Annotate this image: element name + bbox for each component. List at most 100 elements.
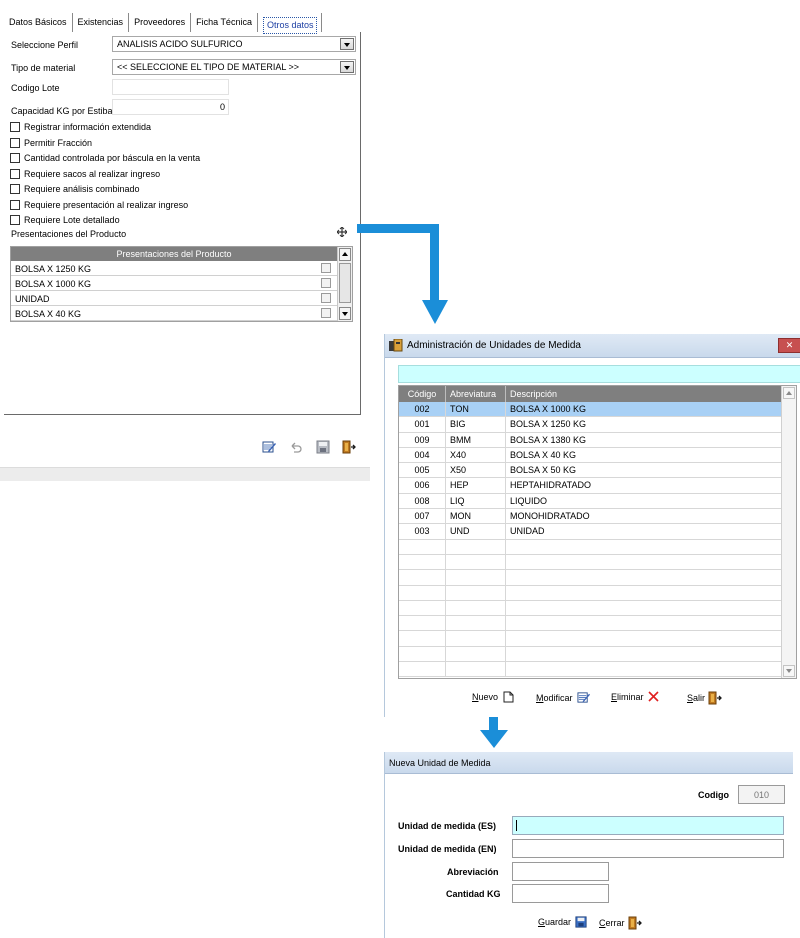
checkbox-analisis-combinado[interactable]: Requiere análisis combinado bbox=[10, 182, 140, 195]
column-header-descripcion[interactable]: Descripción bbox=[506, 386, 783, 402]
unidad-es-label: Unidad de medida (ES) bbox=[398, 821, 497, 831]
checkbox-requiere-presentacion[interactable]: Requiere presentación al realizar ingres… bbox=[10, 198, 188, 211]
cell-codigo: 009 bbox=[399, 432, 446, 447]
table-row[interactable]: 007 MON MONOHIDRATADO bbox=[399, 509, 796, 525]
tab-strip: Datos Básicos Existencias Proveedores Fi… bbox=[4, 12, 323, 34]
cerrar-button[interactable]: Cerrar bbox=[599, 916, 642, 930]
close-icon[interactable]: ✕ bbox=[778, 338, 800, 353]
scrollbar[interactable] bbox=[781, 386, 796, 678]
move-icon[interactable] bbox=[337, 227, 347, 237]
tab-proveedores[interactable]: Proveedores bbox=[128, 13, 190, 32]
scroll-up-icon[interactable] bbox=[339, 248, 351, 261]
cell-descripcion: BOLSA X 40 KG bbox=[506, 447, 783, 463]
scrollbar[interactable] bbox=[337, 247, 352, 321]
checkbox-box[interactable] bbox=[10, 168, 20, 179]
empty-row bbox=[399, 554, 796, 571]
checkbox-cantidad-bascula[interactable]: Cantidad controlada por báscula en la ve… bbox=[10, 151, 200, 164]
units-window-titlebar[interactable]: Administración de Unidades de Medida bbox=[385, 334, 800, 358]
save-icon[interactable] bbox=[316, 440, 330, 454]
empty-row bbox=[399, 600, 796, 617]
row-checkbox[interactable] bbox=[321, 308, 331, 318]
column-header-codigo[interactable]: Código bbox=[399, 386, 446, 402]
abreviacion-input[interactable] bbox=[512, 862, 609, 881]
table-row[interactable]: BOLSA X 1000 KG bbox=[11, 276, 337, 291]
checkbox-label: Permitir Fracción bbox=[24, 137, 93, 148]
row-label: BOLSA X 1250 KG bbox=[15, 264, 92, 274]
salir-button[interactable]: Salir bbox=[687, 691, 722, 705]
cell-abreviatura: X50 bbox=[446, 463, 506, 478]
scroll-down-icon[interactable] bbox=[783, 665, 795, 677]
nuevo-button[interactable]: Nuevo bbox=[472, 691, 514, 703]
cell-descripcion: BOLSA X 1000 KG bbox=[506, 402, 783, 417]
checkbox-permitir-fraccion[interactable]: Permitir Fracción bbox=[10, 136, 92, 149]
table-row[interactable]: 001 BIG BOLSA X 1250 KG bbox=[399, 417, 796, 433]
cell-codigo: 001 bbox=[399, 417, 446, 432]
modificar-button[interactable]: Modificar bbox=[536, 691, 590, 704]
scroll-thumb[interactable] bbox=[339, 263, 351, 303]
checkbox-box[interactable] bbox=[10, 121, 20, 132]
checkbox-lote-detallado[interactable]: Requiere Lote detallado bbox=[10, 213, 120, 226]
tab-existencias[interactable]: Existencias bbox=[71, 13, 129, 32]
cantidad-kg-input[interactable] bbox=[512, 884, 609, 903]
checkbox-label: Requiere análisis combinado bbox=[24, 183, 140, 194]
column-header-abreviatura[interactable]: Abreviatura bbox=[446, 386, 506, 402]
row-checkbox[interactable] bbox=[321, 293, 331, 303]
edit-icon[interactable] bbox=[262, 440, 276, 454]
table-row[interactable]: UNIDAD bbox=[11, 291, 337, 306]
perfil-select[interactable]: ANALISIS ACIDO SULFURICO bbox=[112, 36, 356, 52]
tab-ficha-tecnica[interactable]: Ficha Técnica bbox=[190, 13, 257, 32]
unidad-en-label: Unidad de medida (EN) bbox=[398, 844, 497, 854]
table-row[interactable]: BOLSA X 1250 KG bbox=[11, 261, 337, 276]
table-row[interactable]: 009 BMM BOLSA X 1380 KG bbox=[399, 432, 796, 448]
row-checkbox[interactable] bbox=[321, 263, 331, 273]
exit-door-icon[interactable] bbox=[342, 440, 356, 454]
checkbox-label: Registrar información extendida bbox=[24, 121, 152, 132]
presentaciones-grid: Presentaciones del Producto BOLSA X 1250… bbox=[10, 246, 353, 322]
eliminar-button[interactable]: Eliminar bbox=[611, 691, 659, 702]
cerrar-label: Cerrar bbox=[599, 918, 625, 928]
codigo-lote-input[interactable] bbox=[112, 79, 229, 95]
eliminar-label: Eliminar bbox=[611, 691, 644, 702]
table-row[interactable]: 005 X50 BOLSA X 50 KG bbox=[399, 463, 796, 479]
unidad-es-input[interactable] bbox=[512, 816, 784, 835]
nuevo-label: Nuevo bbox=[472, 692, 499, 702]
new-unit-title: Nueva Unidad de Medida bbox=[389, 758, 491, 768]
filter-bar[interactable] bbox=[398, 365, 800, 383]
new-unit-titlebar[interactable]: Nueva Unidad de Medida bbox=[385, 752, 793, 774]
table-row[interactable]: 002 TON BOLSA X 1000 KG bbox=[399, 402, 796, 418]
cell-descripcion: HEPTAHIDRATADO bbox=[506, 478, 783, 493]
tipo-material-select[interactable]: << SELECCIONE EL TIPO DE MATERIAL >> bbox=[112, 59, 356, 75]
checkbox-box[interactable] bbox=[10, 214, 20, 225]
table-row[interactable]: 006 HEP HEPTAHIDRATADO bbox=[399, 478, 796, 494]
units-grid: Código Abreviatura Descripción 002 TON BOL… bbox=[398, 385, 797, 679]
table-row[interactable]: 004 X40 BOLSA X 40 KG bbox=[399, 447, 796, 464]
checkbox-registrar-info[interactable]: Registrar información extendida bbox=[10, 120, 151, 133]
cantidad-kg-label: Cantidad KG bbox=[446, 889, 501, 899]
chevron-down-icon[interactable] bbox=[340, 61, 354, 73]
tipo-material-value: << SELECCIONE EL TIPO DE MATERIAL >> bbox=[117, 62, 300, 72]
row-checkbox[interactable] bbox=[321, 278, 331, 288]
scroll-up-icon[interactable] bbox=[783, 387, 795, 399]
checkbox-box[interactable] bbox=[10, 199, 20, 210]
table-row[interactable]: 008 LIQ LIQUIDO bbox=[399, 493, 796, 510]
app-icon bbox=[389, 339, 403, 352]
checkbox-box[interactable] bbox=[10, 137, 20, 148]
chevron-down-icon[interactable] bbox=[340, 38, 354, 50]
undo-icon[interactable] bbox=[289, 440, 303, 454]
perfil-value: ANALISIS ACIDO SULFURICO bbox=[117, 39, 243, 49]
cell-descripcion: BOLSA X 50 KG bbox=[506, 463, 783, 478]
cell-codigo: 005 bbox=[399, 463, 446, 478]
checkbox-label: Cantidad controlada por báscula en la ve… bbox=[24, 152, 201, 163]
checkbox-requiere-sacos[interactable]: Requiere sacos al realizar ingreso bbox=[10, 167, 160, 180]
table-row[interactable]: BOLSA X 40 KG bbox=[11, 306, 337, 321]
empty-row bbox=[399, 662, 796, 678]
checkbox-box[interactable] bbox=[10, 152, 20, 163]
unidad-en-input[interactable] bbox=[512, 839, 784, 858]
cell-abreviatura: BIG bbox=[446, 417, 506, 432]
table-row[interactable]: 003 UND UNIDAD bbox=[399, 524, 796, 540]
tab-datos-basicos[interactable]: Datos Básicos bbox=[4, 13, 72, 32]
guardar-button[interactable]: Guardar bbox=[538, 916, 587, 928]
checkbox-box[interactable] bbox=[10, 183, 20, 194]
capacidad-input[interactable]: 0 bbox=[112, 99, 229, 115]
scroll-down-icon[interactable] bbox=[339, 307, 351, 320]
